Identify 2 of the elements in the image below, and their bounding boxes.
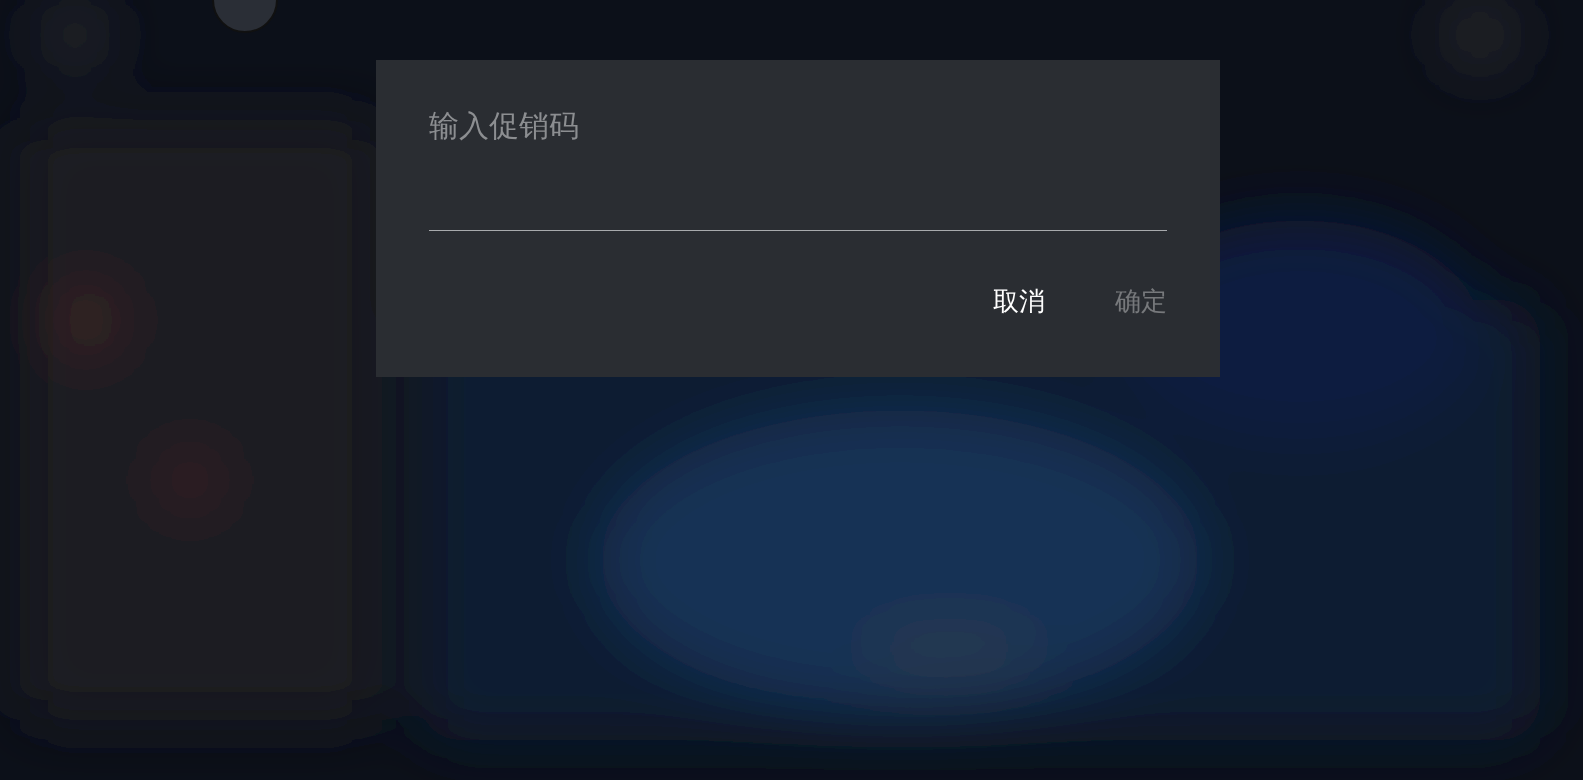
- cancel-button[interactable]: 取消: [993, 283, 1045, 319]
- dialog-title: 输入促销码: [429, 107, 580, 145]
